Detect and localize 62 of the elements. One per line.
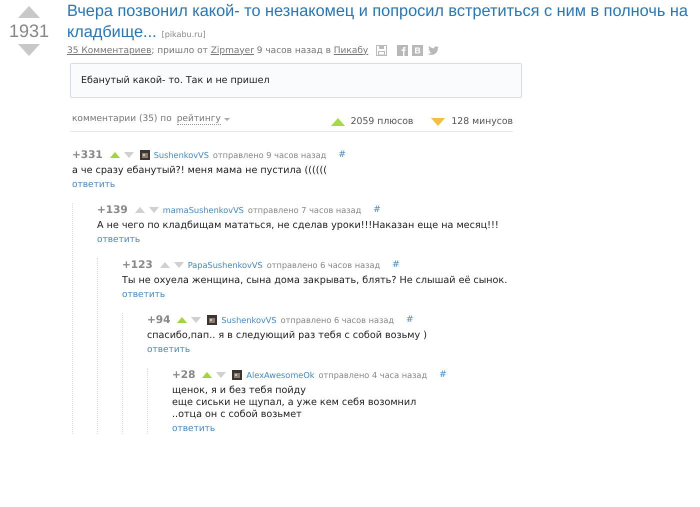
downvote-icon[interactable] — [216, 372, 226, 378]
source-label: [pikabu.ru] — [162, 29, 206, 41]
vk-icon[interactable] — [412, 45, 424, 56]
reply-link[interactable]: ответить — [147, 345, 190, 355]
meta-link[interactable]: 35 Комментариев — [67, 46, 152, 56]
comment-time: отправлено 7 часов назад — [248, 205, 362, 215]
facebook-icon[interactable] — [397, 45, 408, 56]
downvote-icon[interactable] — [148, 207, 159, 213]
downvote-icon[interactable] — [124, 152, 134, 158]
caret-icon — [224, 118, 230, 120]
minuses-count: 128 минусов — [451, 116, 513, 127]
title-line[interactable]: кладбище... — [67, 22, 157, 43]
save-icon[interactable] — [376, 45, 388, 56]
meta-link[interactable]: Zipmayer — [210, 46, 254, 56]
downvote-icon — [431, 118, 446, 126]
upvote-icon[interactable] — [110, 152, 120, 158]
permalink[interactable]: # — [406, 315, 414, 325]
author-link[interactable]: AlexAwesomeOk — [246, 370, 315, 380]
sort-dropdown[interactable]: рейтингу — [176, 114, 230, 124]
comment-text: А не чего по кладбищам мататься, не сделав уроки!!!Наказан еще на месяц!!! — [97, 220, 500, 232]
comment-text: щенок, я и без тебя пойду еще сиськи не щупал, а уже кем себя возомнил ..отца он с собой возьмет — [172, 385, 418, 421]
comment-time: отправлено 4 часа назад — [318, 370, 428, 380]
story-text: Ебанутый какой- то. Так и не пришел — [70, 63, 522, 98]
comment-score: +139 — [97, 204, 128, 216]
comments-label: комментарии (35) по — [72, 114, 172, 124]
upvote-icon[interactable] — [177, 317, 188, 323]
meta-link[interactable]: Пикабу — [334, 46, 368, 56]
comment-text: а че сразу ебанутый?! меня мама не пустила (((((( — [72, 165, 328, 177]
reply-link[interactable]: ответить — [122, 290, 166, 300]
pluses-count: 2059 плюсов — [350, 116, 414, 127]
title-line[interactable]: Вчера позвонил какой- то незнакомец и попросил встретиться с ним в полночь на — [67, 1, 688, 22]
meta-line: 35 Комментариев; пришло от Zipmayer 9 часов назад в Пикабу — [67, 46, 368, 56]
comment-time: отправлено 6 часов назад — [266, 260, 380, 270]
upvote-icon — [330, 118, 345, 126]
comment-time: отправлено 6 часов назад — [280, 315, 394, 325]
author-link[interactable]: PapaSushenkovVS — [188, 260, 263, 270]
permalink[interactable]: # — [373, 205, 381, 215]
downvote-icon[interactable] — [18, 44, 40, 56]
reply-link[interactable]: ответить — [72, 180, 116, 190]
comment-time: отправлено 9 часов назад — [212, 150, 326, 160]
bird-icon[interactable] — [427, 46, 440, 56]
permalink[interactable]: # — [392, 260, 400, 270]
comment-score: +28 — [172, 369, 196, 381]
permalink[interactable]: # — [338, 150, 346, 160]
author-link[interactable]: SushenkovVS — [221, 315, 277, 325]
upvote-icon[interactable] — [134, 207, 145, 213]
story-rating: 1931 — [8, 21, 50, 41]
comment-score: +331 — [72, 149, 103, 161]
author-link[interactable]: mamaSushenkovVS — [162, 205, 244, 215]
comment-text: спасибо,пап.. я в следующий раз тебя с собой возьму ) — [147, 330, 428, 342]
comment-score: +123 — [122, 259, 153, 271]
reply-link[interactable]: ответить — [172, 424, 216, 434]
upvote-icon[interactable] — [18, 6, 40, 18]
comment-score: +94 — [147, 314, 170, 326]
downvote-icon[interactable] — [174, 262, 184, 268]
upvote-icon[interactable] — [160, 262, 170, 268]
downvote-icon[interactable] — [191, 317, 202, 323]
comment-text: Ты не охуела женщина, сына дома закрывать, блять? Не слышай её сынок. — [122, 275, 508, 287]
author-link[interactable]: SushenkovVS — [154, 150, 209, 160]
reply-link[interactable]: ответить — [97, 235, 140, 245]
upvote-icon[interactable] — [202, 372, 212, 378]
permalink[interactable]: # — [439, 370, 447, 380]
